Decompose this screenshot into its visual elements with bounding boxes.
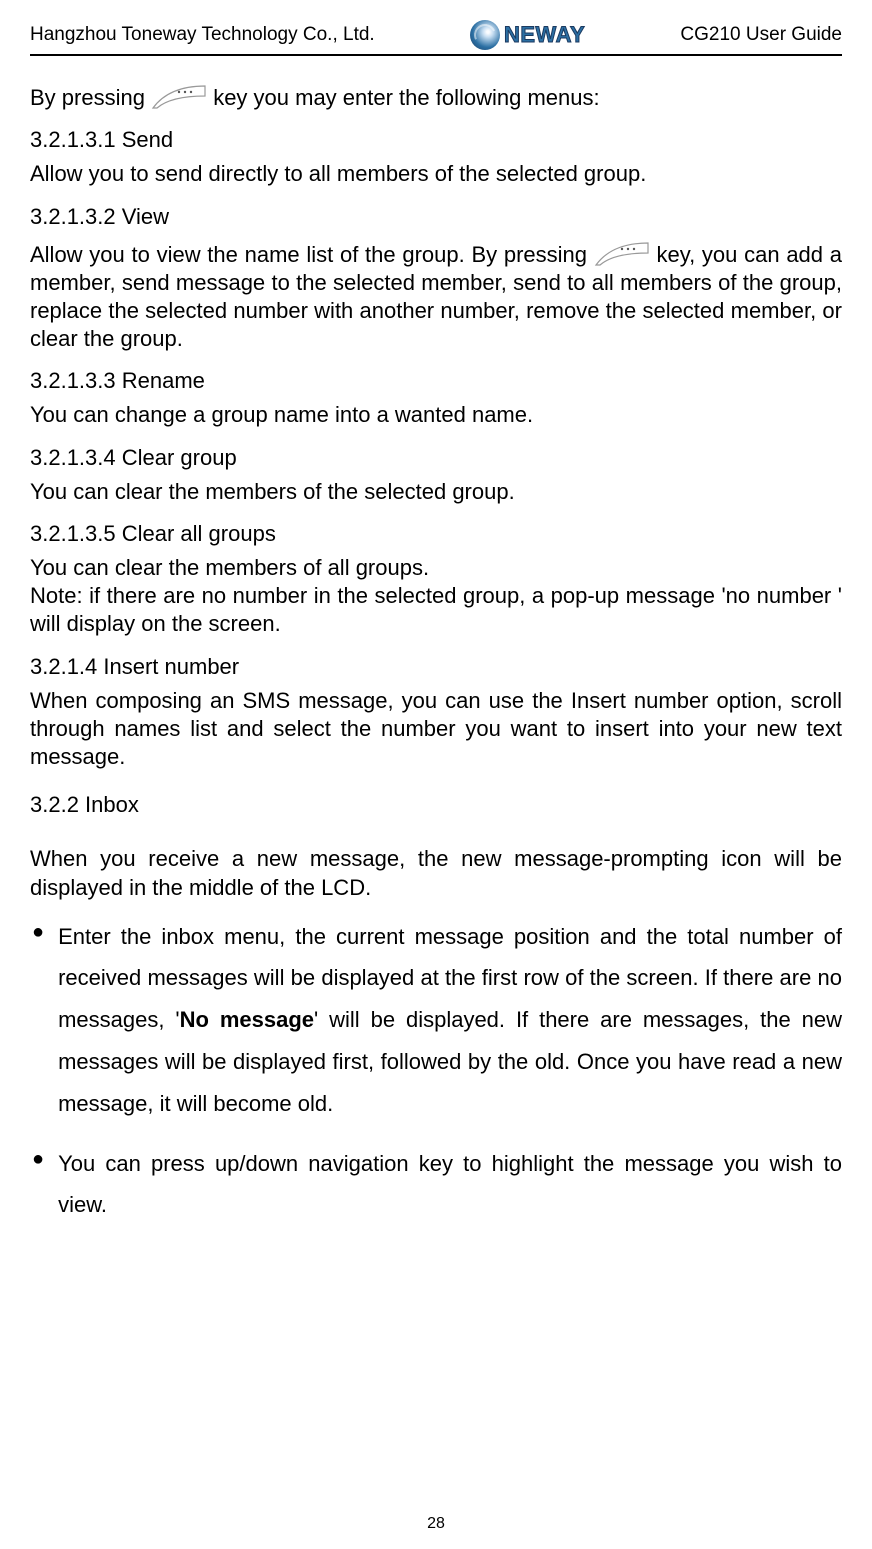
section-rename-title: 3.2.1.3.3 Rename xyxy=(30,367,842,395)
section-send-title: 3.2.1.3.1 Send xyxy=(30,126,842,154)
bullet-body: You can press up/down navigation key to … xyxy=(58,1143,842,1227)
section-clearall-title: 3.2.1.3.5 Clear all groups xyxy=(30,520,842,548)
intro-line: By pressing key you may enter the follow… xyxy=(30,84,842,112)
list-item: ● You can press up/down navigation key t… xyxy=(30,1143,842,1227)
bullet-pre: You can press up/down navigation key to … xyxy=(58,1151,842,1218)
bullet-icon: ● xyxy=(30,916,44,1125)
softkey-icon xyxy=(594,241,650,267)
bullet-body: Enter the inbox menu, the current messag… xyxy=(58,916,842,1125)
section-clearall-body: You can clear the members of all groups. xyxy=(30,554,842,582)
intro-suffix: key you may enter the following menus: xyxy=(213,85,599,110)
page-header: Hangzhou Toneway Technology Co., Ltd. NE… xyxy=(30,20,842,56)
section-view-body: Allow you to view the name list of the g… xyxy=(30,241,842,354)
list-item: ● Enter the inbox menu, the current mess… xyxy=(30,916,842,1125)
section-cleargroup-body: You can clear the members of the selecte… xyxy=(30,478,842,506)
section-send-body: Allow you to send directly to all member… xyxy=(30,160,842,188)
section-inbox-lead: When you receive a new message, the new … xyxy=(30,845,842,901)
company-name: Hangzhou Toneway Technology Co., Ltd. xyxy=(30,24,375,46)
section-clearall-note: Note: if there are no number in the sele… xyxy=(30,582,842,638)
section-insert-title: 3.2.1.4 Insert number xyxy=(30,653,842,681)
section-inbox-title: 3.2.2 Inbox xyxy=(30,791,842,819)
section-view-title: 3.2.1.3.2 View xyxy=(30,203,842,231)
page-container: Hangzhou Toneway Technology Co., Ltd. NE… xyxy=(0,0,872,1549)
bullet-bold: No message xyxy=(180,1007,314,1032)
softkey-icon xyxy=(151,84,207,110)
logo-text: NEWAY xyxy=(504,22,585,48)
section-cleargroup-title: 3.2.1.3.4 Clear group xyxy=(30,444,842,472)
logo-swirl-icon xyxy=(470,20,500,50)
section-rename-body: You can change a group name into a wante… xyxy=(30,401,842,429)
bullet-icon: ● xyxy=(30,1143,44,1227)
guide-title: CG210 User Guide xyxy=(680,24,842,46)
view-body-prefix: Allow you to view the name list of the g… xyxy=(30,242,594,267)
page-number: 28 xyxy=(0,1515,872,1533)
inbox-bullets: ● Enter the inbox menu, the current mess… xyxy=(30,916,842,1227)
intro-prefix: By pressing xyxy=(30,85,151,110)
section-insert-body: When composing an SMS message, you can u… xyxy=(30,687,842,771)
document-body: By pressing key you may enter the follow… xyxy=(30,84,842,1226)
logo: NEWAY xyxy=(470,20,585,50)
